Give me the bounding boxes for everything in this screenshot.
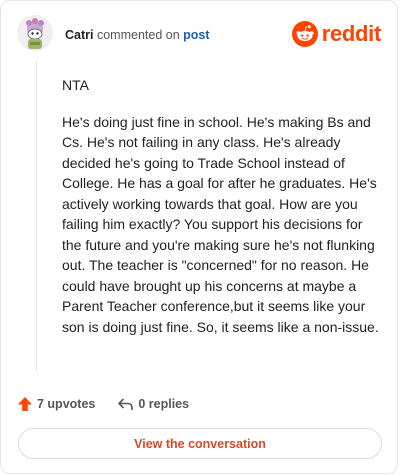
reply-arrow-icon [118,398,134,411]
upvote-arrow-icon [18,397,32,411]
replies-count: 0 replies [138,397,190,411]
username-link[interactable]: Catri [65,28,93,42]
reddit-brand-link[interactable]: reddit [291,19,382,49]
upvote-button[interactable]: 7 upvotes [17,396,95,412]
comment-text: He's doing just fine in school. He's mak… [62,113,379,335]
reddit-wordmark: reddit [321,21,382,46]
comment-byline: Catri commented on post [65,27,210,43]
commented-on-text: commented on [96,28,180,42]
comment-header: Catri commented on post reddit [17,15,381,55]
comment-embed-card: Catri commented on post reddit NTA He's … [0,0,398,474]
comment-verdict: NTA [62,77,89,93]
thread-line [36,61,37,371]
comment-body: NTA He's doing just fine in school. He's… [62,75,380,353]
snoo-avatar-icon [17,15,53,51]
user-avatar[interactable] [17,15,53,51]
reddit-logo-icon [291,21,318,47]
comment-actions: 7 upvotes 0 replies [17,393,189,415]
post-link[interactable]: post [183,28,209,42]
upvotes-count: 7 upvotes [37,397,96,411]
view-conversation-button[interactable]: View the conversation [18,428,382,459]
replies-button[interactable]: 0 replies [117,396,189,412]
